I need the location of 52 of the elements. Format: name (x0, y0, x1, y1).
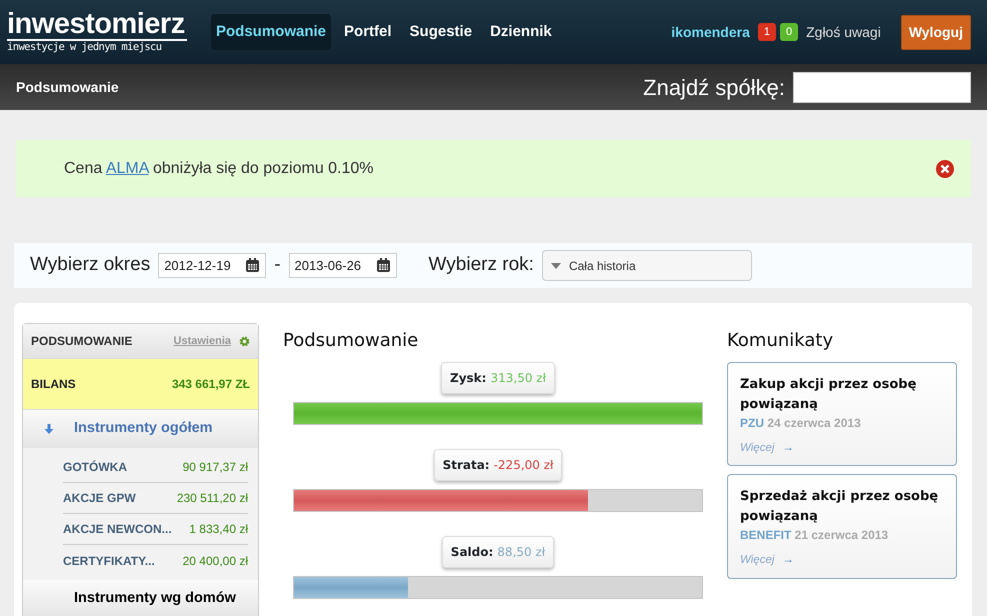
nav-tab[interactable]: Podsumowanie (211, 14, 332, 50)
nav-tab[interactable]: Portfel (339, 14, 397, 50)
logo-name: inwestomierz (7, 10, 186, 40)
calendar-icon[interactable] (376, 258, 391, 273)
alert-link[interactable]: ALMA (106, 160, 148, 176)
down-arrow-icon (44, 424, 54, 434)
logo[interactable]: inwestomierz inwestycje w jednym miejscu (7, 10, 187, 54)
message-title: Zakup akcji przez osobę powiązaną (740, 376, 918, 414)
settings-icon[interactable] (239, 336, 250, 346)
item-label: CERTYFIKATY... (63, 552, 155, 570)
group-header[interactable]: Instrumenty ogółem (23, 410, 258, 448)
balance-label: BILANS (31, 376, 76, 393)
year-label: Wybierz rok: (428, 253, 534, 278)
logo-tagline: inwestycje w jednym miejscu (7, 39, 187, 54)
search-field[interactable] (793, 72, 971, 102)
item-value: 1 833,40 zł (189, 521, 248, 538)
value-tooltip: Zysk: 313,50 zł (441, 362, 555, 394)
date-separator: - (274, 253, 281, 278)
feedback-link[interactable]: Zgłoś uwagi (806, 22, 881, 42)
username-link[interactable]: ikomendera (671, 22, 750, 42)
message-title: Sprzedaż akcji przez osobę powiązaną (740, 488, 940, 526)
item-value: 90 917,37 zł (182, 459, 248, 476)
date-field[interactable]: 2013-06-26 (288, 253, 397, 278)
item-label: GOTÓWKA (63, 459, 127, 476)
period-label: Wybierz okres (30, 253, 150, 278)
search-label: Znajdź spółkę: (643, 74, 785, 102)
nav-tab[interactable]: Sugestie (404, 14, 478, 50)
section-title: Podsumowanie (283, 329, 420, 353)
caret-icon (550, 262, 561, 268)
date-field[interactable]: 2012-12-19 (158, 253, 266, 278)
panel-title: PODSUMOWANIE (31, 333, 132, 350)
page-title: Podsumowanie (16, 78, 119, 96)
section-title: Komunikaty (727, 329, 834, 353)
message-meta: BENEFIT 21 czerwca 2013 (740, 527, 890, 544)
more-link[interactable]: Więcej → (740, 552, 794, 570)
item-label: AKCJE NEWCON... (63, 521, 172, 538)
more-link[interactable]: Więcej → (740, 440, 794, 458)
nav-tab[interactable]: Dziennik (485, 14, 557, 50)
balance-value: 343 661,97 ZŁ (172, 376, 250, 393)
item-label: AKCJE GPW (63, 490, 136, 507)
alert-message: Cena ALMA obniżyła się do poziomu 0.10% (63, 158, 374, 178)
value-tooltip: Strata: -225,00 zł (434, 449, 562, 481)
logout-button[interactable]: Wyloguj (900, 14, 971, 50)
item-value: 20 400,00 zł (182, 552, 248, 570)
value-tooltip: Saldo: 88,50 zł (442, 536, 554, 568)
year-dropdown[interactable]: Cała historia (542, 250, 752, 281)
message-meta: PZU 24 czerwca 2013 (740, 415, 862, 432)
count-badge[interactable]: 1 (758, 22, 776, 42)
close-icon[interactable] (935, 158, 955, 178)
item-value: 230 511,20 zł (176, 490, 248, 507)
group-header[interactable]: Instrumenty wg domów (23, 580, 258, 616)
calendar-icon[interactable] (245, 258, 260, 273)
